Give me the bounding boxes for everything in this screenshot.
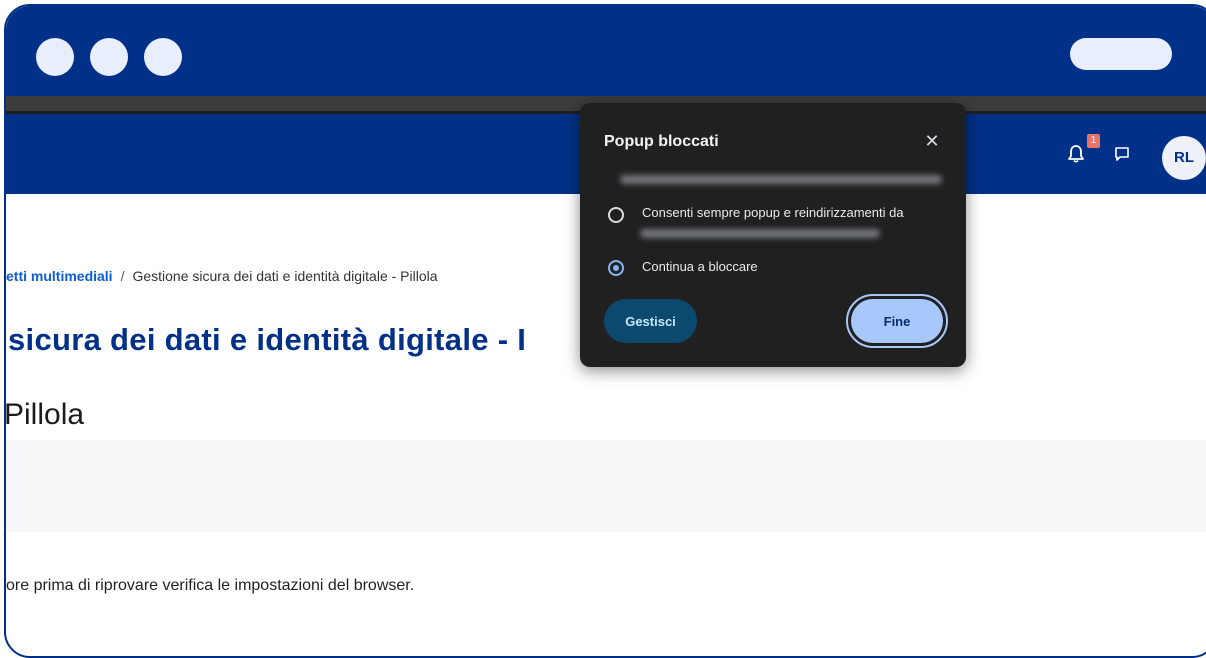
- popup-blocked-dialog: Popup bloccati ✕ Consenti sempre popup e…: [580, 103, 966, 367]
- browser-settings-message: ore prima di riprovare verifica le impos…: [6, 577, 415, 594]
- toolbar-pill[interactable]: [1070, 38, 1172, 70]
- manage-button[interactable]: Gestisci: [604, 299, 697, 343]
- content-placeholder-panel: [6, 440, 1206, 532]
- notification-badge: 1: [1087, 134, 1100, 148]
- breadcrumb-separator: /: [120, 268, 125, 284]
- breadcrumb: etti multimediali / Gestione sicura dei da…: [6, 268, 438, 284]
- bell-icon[interactable]: [1066, 144, 1086, 164]
- window-dot-1[interactable]: [36, 38, 74, 76]
- page-subtitle: Pillola: [4, 398, 85, 431]
- window-dot-3[interactable]: [144, 38, 182, 76]
- breadcrumb-current: Gestione sicura dei dati e identità digi…: [132, 268, 438, 284]
- radio-always-allow[interactable]: [608, 207, 624, 223]
- close-icon[interactable]: ✕: [920, 129, 944, 153]
- done-button[interactable]: Fine: [851, 299, 943, 343]
- blurred-url: [620, 175, 942, 184]
- user-avatar[interactable]: RL: [1162, 136, 1206, 180]
- chat-icon[interactable]: [1114, 146, 1130, 162]
- radio-keep-blocking[interactable]: [608, 260, 624, 276]
- option-always-allow-label[interactable]: Consenti sempre popup e reindirizzamenti…: [642, 205, 904, 220]
- page-title: sicura dei dati e identità digitale - I: [8, 322, 527, 357]
- window-dot-2[interactable]: [90, 38, 128, 76]
- breadcrumb-parent-link[interactable]: etti multimediali: [6, 268, 113, 284]
- option-keep-blocking-label[interactable]: Continua a bloccare: [642, 259, 758, 274]
- blurred-site-url: [640, 229, 880, 238]
- popup-title: Popup bloccati: [604, 133, 719, 150]
- browser-title-bar: [6, 6, 1206, 96]
